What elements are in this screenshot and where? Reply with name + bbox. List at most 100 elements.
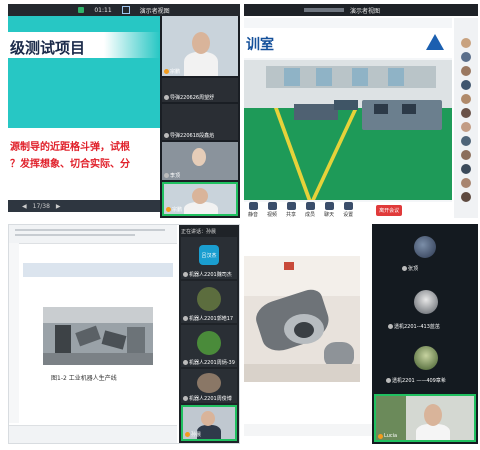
slide-counter: 17/38 bbox=[32, 202, 50, 210]
quadrant-presenter: 01:11 演示者视图 级测试项目 源制导的近距格斗弹，试根 ？发挥想象、切合实… bbox=[8, 4, 240, 218]
participant-avatar[interactable] bbox=[461, 52, 471, 62]
participant-name: 机器人2201魏司杰 bbox=[189, 272, 232, 278]
participant-name: 导弹220626周望舒 bbox=[170, 95, 215, 101]
mic-icon bbox=[183, 396, 188, 401]
quadrant-photo-share: 张顶 透机2201--413蓝茁 透机2201 ——409章希 Lucia bbox=[244, 224, 478, 444]
shared-header: 训室 bbox=[244, 28, 452, 58]
q3-participant-tile-speaking[interactable]: 孙晨 bbox=[181, 405, 237, 441]
q4-participant-tile[interactable]: 透机2201--413蓝茁 bbox=[374, 282, 476, 336]
participant-name: 机器人2201周炳-39 bbox=[189, 360, 235, 366]
q1-participant-tile-speaking[interactable]: 宗鹏 bbox=[162, 182, 238, 216]
mic-icon bbox=[183, 360, 188, 365]
mic-icon bbox=[388, 324, 393, 329]
participant-avatar[interactable] bbox=[461, 164, 471, 174]
avatar-text: 吕汉杰 bbox=[201, 252, 217, 259]
mic-icon bbox=[183, 272, 188, 277]
q1-participant-tile[interactable]: 宗鹏 bbox=[162, 16, 238, 76]
mic-icon bbox=[183, 316, 188, 321]
doc-status-bar bbox=[9, 425, 177, 443]
doc-ribbon bbox=[9, 225, 177, 244]
q1-menu-label[interactable]: 演示者视图 bbox=[140, 6, 170, 15]
participant-name: Lucia bbox=[384, 433, 398, 439]
participant-avatar[interactable] bbox=[461, 122, 471, 132]
q2-menu-label[interactable]: 演示者视图 bbox=[350, 6, 380, 15]
q3-participant-tile[interactable]: 机器人2201郭皓17 bbox=[181, 281, 237, 323]
doc-page: 图1-2 工业机器人生产线 bbox=[23, 245, 173, 421]
doc-header-stripe bbox=[23, 263, 173, 277]
q1-time: 01:11 bbox=[94, 6, 112, 14]
participant-avatar bbox=[414, 346, 438, 370]
toolbar-members-button[interactable]: 成员 bbox=[305, 202, 315, 218]
participant-name: 宗鹏 bbox=[172, 207, 183, 213]
participant-name: 张顶 bbox=[408, 266, 419, 272]
mic-icon bbox=[164, 173, 169, 178]
toolbar-chat-button[interactable]: 聊天 bbox=[324, 202, 334, 218]
toolbar-video-button[interactable]: 视频 bbox=[267, 202, 277, 218]
q2-participant-list bbox=[454, 18, 478, 218]
participant-avatar[interactable] bbox=[461, 178, 471, 188]
q3-participant-column: 正在讲话：孙晨 吕汉杰 机器人2201魏司杰 机器人2201郭皓17 机器人22… bbox=[179, 225, 239, 443]
participant-avatar[interactable] bbox=[461, 80, 471, 90]
gear-icon bbox=[343, 202, 353, 210]
doc-nav-pane bbox=[9, 243, 19, 423]
training-room-photo bbox=[244, 60, 452, 200]
participant-avatar bbox=[414, 236, 436, 258]
mic-icon bbox=[166, 207, 171, 212]
q1-top-bar: 01:11 演示者视图 bbox=[8, 4, 240, 16]
toolbar-settings-button[interactable]: 设置 bbox=[343, 202, 353, 218]
share-screen-icon bbox=[286, 202, 296, 210]
participant-avatar[interactable] bbox=[461, 108, 471, 118]
figure-caption: 图1-2 工业机器人生产线 bbox=[51, 375, 117, 382]
next-slide-icon[interactable]: ▶ bbox=[56, 203, 61, 210]
participant-avatar[interactable] bbox=[461, 66, 471, 76]
participant-avatar[interactable] bbox=[461, 192, 471, 202]
participant-avatar: 吕汉杰 bbox=[199, 245, 219, 265]
prev-slide-icon[interactable]: ◀ bbox=[22, 203, 27, 210]
members-icon bbox=[305, 202, 315, 210]
leave-meeting-button[interactable]: 离开会议 bbox=[376, 204, 403, 216]
slide-title-band: 级测试项目 bbox=[8, 32, 160, 58]
q1-participant-tile[interactable]: 导弹220618段鑫焰 bbox=[162, 104, 238, 140]
q3-participant-tile[interactable]: 机器人2201周炳-39 bbox=[181, 325, 237, 367]
mic-icon bbox=[185, 432, 190, 437]
participant-avatar[interactable] bbox=[461, 94, 471, 104]
chat-icon bbox=[324, 202, 334, 210]
meeting-toolbar: 静音 视频 共享 成员 聊天 设置 离开会议 bbox=[244, 202, 452, 218]
grid-icon[interactable] bbox=[121, 6, 130, 14]
q4-participant-tile[interactable]: 透机2201 ——409章希 bbox=[374, 340, 476, 390]
participant-avatar[interactable] bbox=[461, 38, 471, 48]
mic-icon bbox=[402, 266, 407, 271]
toolbar-mute-button[interactable]: 静音 bbox=[248, 202, 258, 218]
q1-participant-tile[interactable]: 李顶 bbox=[162, 142, 238, 180]
participant-name: 透机2201 ——409章希 bbox=[392, 378, 446, 384]
window-title-icon bbox=[304, 8, 344, 12]
camera-icon bbox=[267, 202, 277, 210]
participant-name: 宗鹏 bbox=[170, 69, 181, 75]
participant-avatar bbox=[414, 290, 438, 314]
mic-icon bbox=[386, 378, 391, 383]
q3-participant-tile[interactable]: 机器人2201周俊博 bbox=[181, 369, 237, 403]
mic-icon bbox=[164, 95, 169, 100]
mic-icon bbox=[164, 133, 169, 138]
toolbar-share-button[interactable]: 共享 bbox=[286, 202, 296, 218]
logo-icon bbox=[426, 34, 444, 50]
slide-nav-bar: ◀ 17/38 ▶ bbox=[8, 200, 160, 212]
q4-participant-tile-speaking[interactable]: Lucia bbox=[374, 394, 476, 442]
q4-participant-column: 张顶 透机2201--413蓝茁 透机2201 ——409章希 Lucia bbox=[372, 224, 478, 444]
q4-participant-tile[interactable]: 张顶 bbox=[374, 228, 476, 278]
slide-text-line-2: ？发挥想象、切合实际、分 bbox=[10, 159, 130, 170]
microphone-icon bbox=[248, 202, 258, 210]
figure-photo bbox=[43, 307, 153, 365]
participant-name: 机器人2201郭皓17 bbox=[189, 316, 234, 322]
speaking-indicator: 正在讲话：孙晨 bbox=[181, 229, 217, 235]
quadrant-training-room: 演示者视图 训室 静音 视频 共享 成员 聊天 设置 离开会议 bbox=[244, 4, 478, 218]
participant-avatar[interactable] bbox=[461, 150, 471, 160]
participant-avatar[interactable] bbox=[461, 136, 471, 146]
participant-name: 透机2201--413蓝茁 bbox=[394, 324, 440, 330]
q1-participant-tile[interactable]: 导弹220626周望舒 bbox=[162, 78, 238, 102]
shared-screen: 训室 静音 视频 共享 成员 聊天 设置 离开会议 bbox=[244, 18, 452, 218]
quadrant-document-share: 图1-2 工业机器人生产线 正在讲话：孙晨 吕汉杰 机器人2201魏司杰 机器人… bbox=[8, 224, 240, 444]
shared-photo bbox=[244, 256, 360, 382]
slide-title: 级测试项目 bbox=[10, 39, 86, 57]
q3-participant-tile[interactable]: 吕汉杰 机器人2201魏司杰 bbox=[181, 237, 237, 279]
